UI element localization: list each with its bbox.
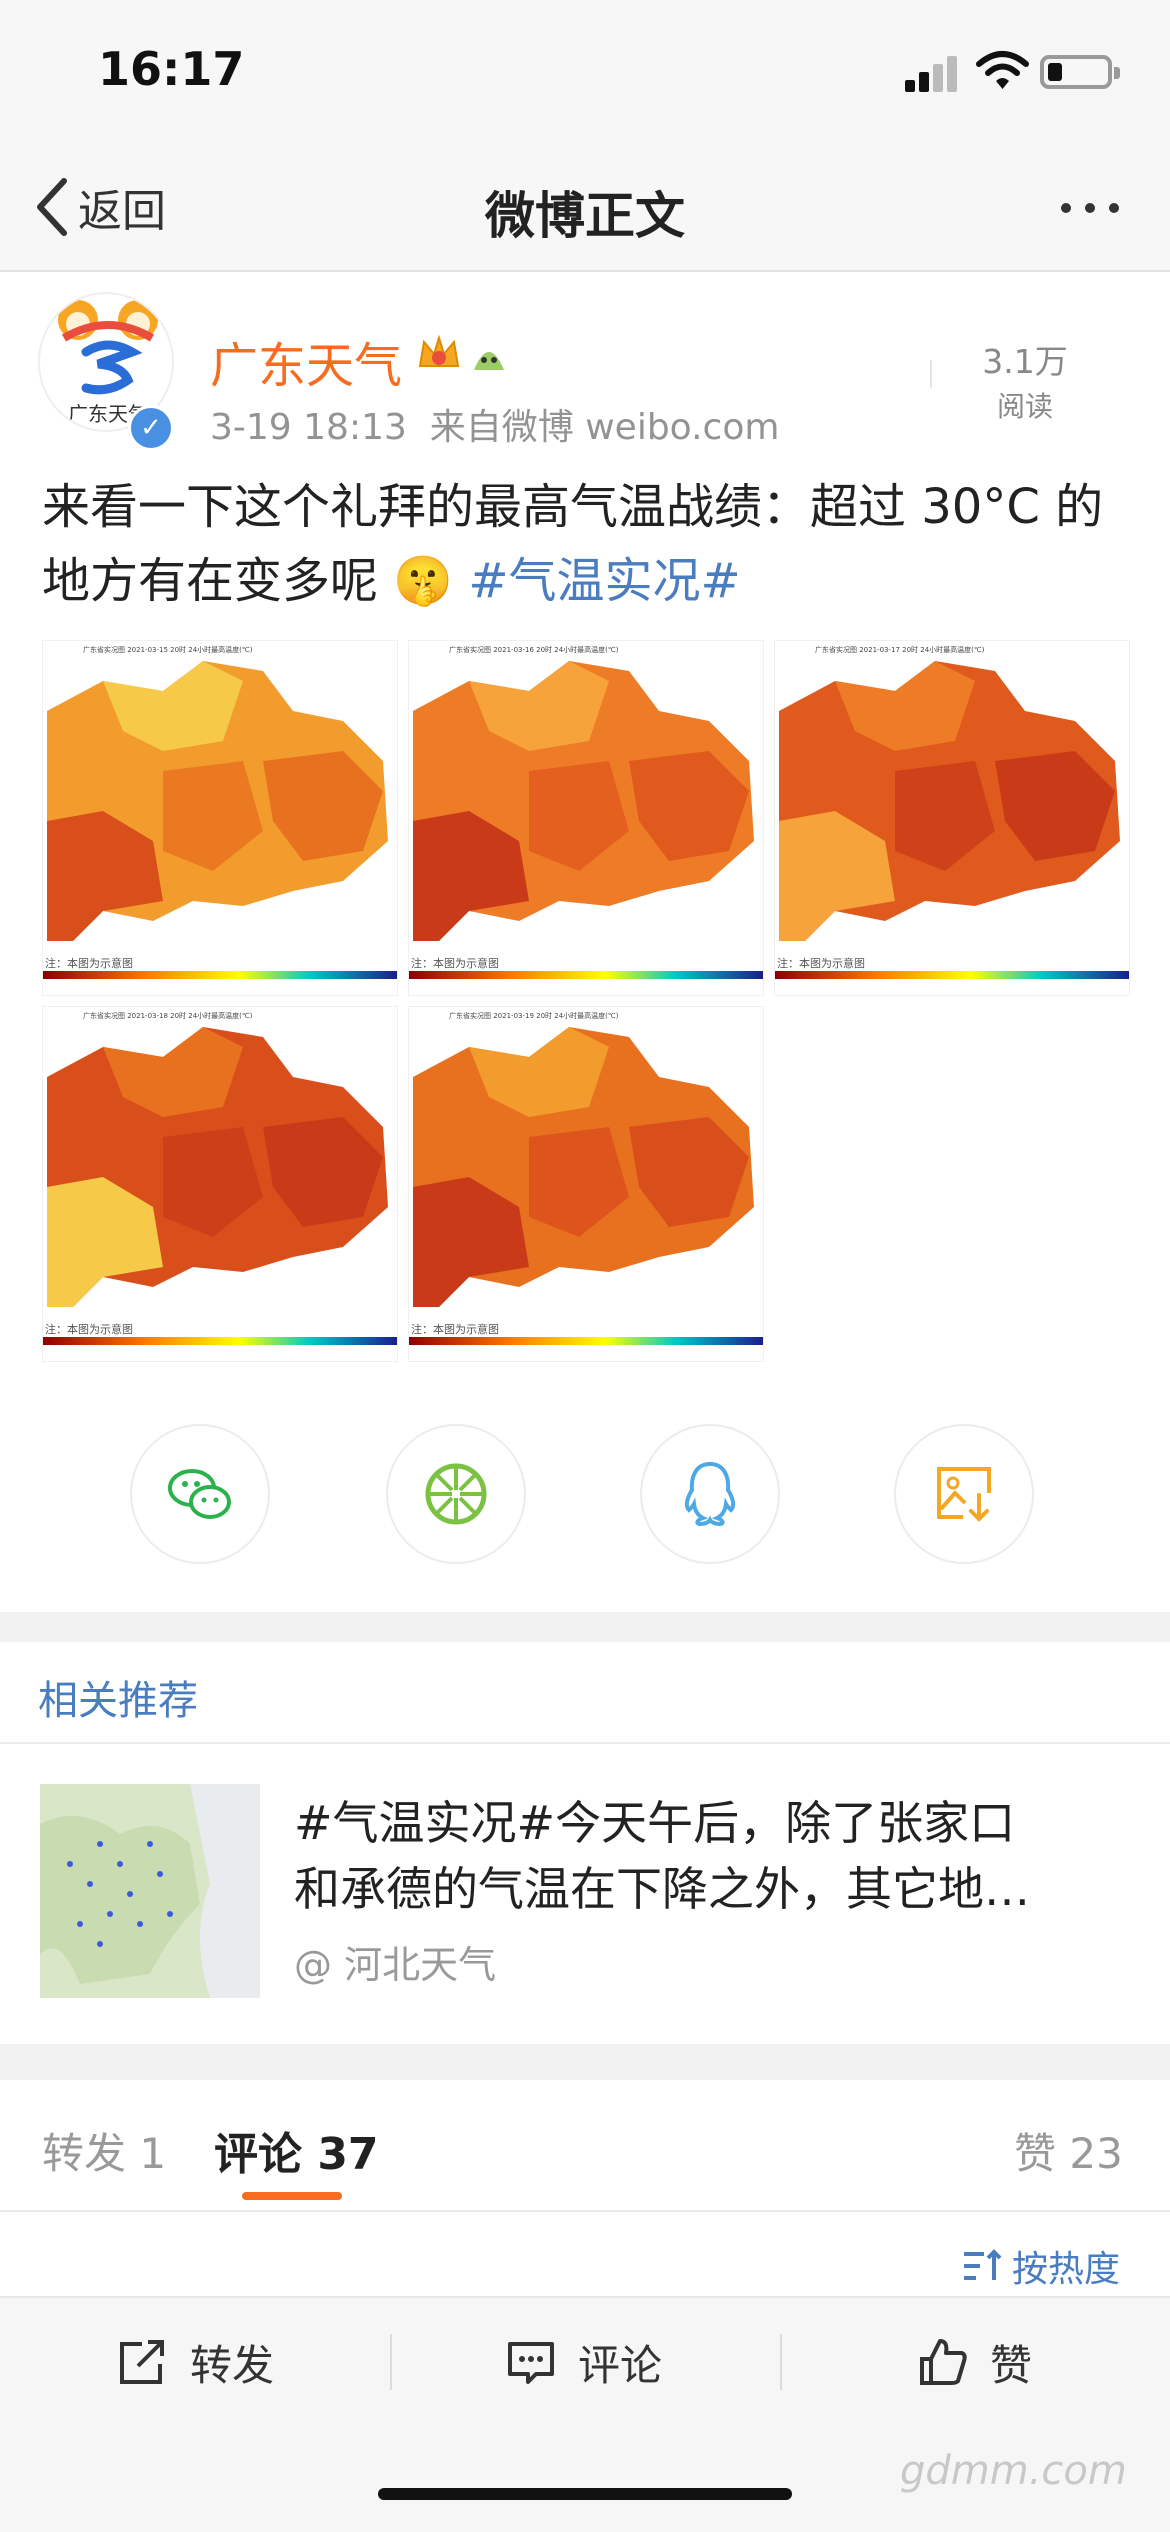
moments-icon (425, 1463, 487, 1525)
reads-label: 阅读 (996, 390, 1053, 423)
map-title: 广东省实况图 2021-03-17 20时 24小时最高温度(℃) (815, 646, 985, 654)
reads-counter: 3.1万 阅读 (960, 335, 1090, 425)
sort-icon (964, 2249, 1002, 2280)
related-title: 相关推荐 (38, 1678, 198, 1724)
tab-forwards[interactable]: 转发 1 (42, 2120, 166, 2181)
save-image-icon (937, 1467, 991, 1522)
more-dot-icon (1109, 203, 1119, 213)
divider (780, 2334, 782, 2390)
active-tab-indicator (242, 2192, 342, 2200)
divider (930, 360, 932, 388)
battery-icon (1040, 55, 1120, 89)
verified-badge-icon: ✓ (128, 405, 174, 451)
map-note: 注：本图为示意图 (45, 1323, 133, 1336)
thumbs-up-icon (920, 2339, 967, 2385)
share-moments-button[interactable] (386, 1424, 526, 1564)
hashtag-link[interactable]: #气温实况# (468, 553, 740, 609)
post-time: 3-19 18:13 (210, 407, 407, 448)
comment-icon (508, 2342, 554, 2384)
sort-by-hot-button[interactable]: 按热度 (962, 2238, 1120, 2294)
wifi-icon (976, 51, 1029, 89)
related-line-1: #气温实况#今天午后，除了张家口 (294, 1796, 1016, 1850)
map-title: 广东省实况图 2021-03-16 20时 24小时最高温度(℃) (449, 646, 619, 654)
forward-button[interactable]: 转发 (116, 2330, 274, 2394)
more-button[interactable] (1050, 188, 1130, 228)
map-note: 注：本图为示意图 (411, 957, 499, 970)
divider (390, 2334, 392, 2390)
page-title: 微博正文 (485, 187, 685, 245)
weather-map-image[interactable]: 广东省实况图 2021-03-16 20时 24小时最高温度(℃) 注：本图为示意… (408, 640, 764, 996)
comment-button[interactable]: 评论 (506, 2330, 662, 2394)
map-note: 注：本图为示意图 (411, 1323, 499, 1336)
shush-emoji: 🤫 (393, 553, 454, 609)
related-thumbnail[interactable] (40, 1784, 260, 1998)
divider (0, 2210, 1170, 2212)
forward-icon (120, 2340, 164, 2384)
cellular-signal-icon (905, 52, 965, 92)
section-gap (0, 2044, 1170, 2080)
save-image-button[interactable] (894, 1424, 1034, 1564)
map-title: 广东省实况图 2021-03-18 20时 24小时最高温度(℃) (83, 1012, 253, 1020)
wechat-icon (168, 1469, 231, 1519)
comment-label: 评论 (578, 2340, 663, 2390)
like-button[interactable]: 赞 (918, 2330, 1032, 2394)
post-meta: 3-19 18:13 来自微博 weibo.com (210, 398, 779, 450)
post-source: 来自微博 weibo.com (429, 407, 780, 448)
map-title: 广东省实况图 2021-03-15 20时 24小时最高温度(℃) (83, 646, 253, 654)
mascot-badge-icon (474, 352, 504, 370)
tab-likes[interactable]: 赞 23 (1014, 2120, 1123, 2181)
map-title: 广东省实况图 2021-03-19 20时 24小时最高温度(℃) (449, 1012, 619, 1020)
author-name[interactable]: 广东天气 (210, 326, 402, 396)
weather-map-image[interactable]: 广东省实况图 2021-03-18 20时 24小时最高温度(℃) 注：本图为示意… (42, 1006, 398, 1362)
crown-badge-icon (418, 334, 460, 367)
divider (0, 1742, 1170, 1744)
share-qq-button[interactable] (640, 1424, 780, 1564)
qq-icon (684, 1461, 736, 1527)
weather-map-image[interactable]: 广东省实况图 2021-03-15 20时 24小时最高温度(℃) 注：本图为示意… (42, 640, 398, 996)
post-text: 来看一下这个礼拜的最高气温战绩：超过 30°C 的地方有在变多呢 🤫 #气温实况… (42, 470, 1132, 618)
like-label: 赞 (990, 2340, 1033, 2390)
more-dot-icon (1061, 203, 1071, 213)
forward-label: 转发 (190, 2340, 275, 2390)
weather-map-image[interactable]: 广东省实况图 2021-03-17 20时 24小时最高温度(℃) 注：本图为示意… (774, 640, 1130, 996)
tab-comments[interactable]: 评论 37 (214, 2118, 379, 2182)
more-dot-icon (1085, 203, 1095, 213)
reads-count: 3.1万 (982, 342, 1068, 381)
weather-map-image[interactable]: 广东省实况图 2021-03-19 20时 24小时最高温度(℃) 注：本图为示意… (408, 1006, 764, 1362)
share-wechat-button[interactable] (130, 1424, 270, 1564)
map-note: 注：本图为示意图 (45, 957, 133, 970)
related-source: @ 河北天气 (294, 1943, 497, 1987)
sort-label: 按热度 (1012, 2249, 1121, 2290)
related-item-text[interactable]: #气温实况#今天午后，除了张家口 和承德的气温在下降之外，其它地… (294, 1790, 1124, 1922)
home-indicator (378, 2488, 792, 2500)
watermark: gdmm.com (900, 2448, 1127, 2494)
related-line-2: 和承德的气温在下降之外，其它地… (294, 1862, 1030, 1916)
section-gap (0, 1612, 1170, 1642)
status-time: 16:17 (98, 42, 245, 96)
map-note: 注：本图为示意图 (777, 957, 865, 970)
